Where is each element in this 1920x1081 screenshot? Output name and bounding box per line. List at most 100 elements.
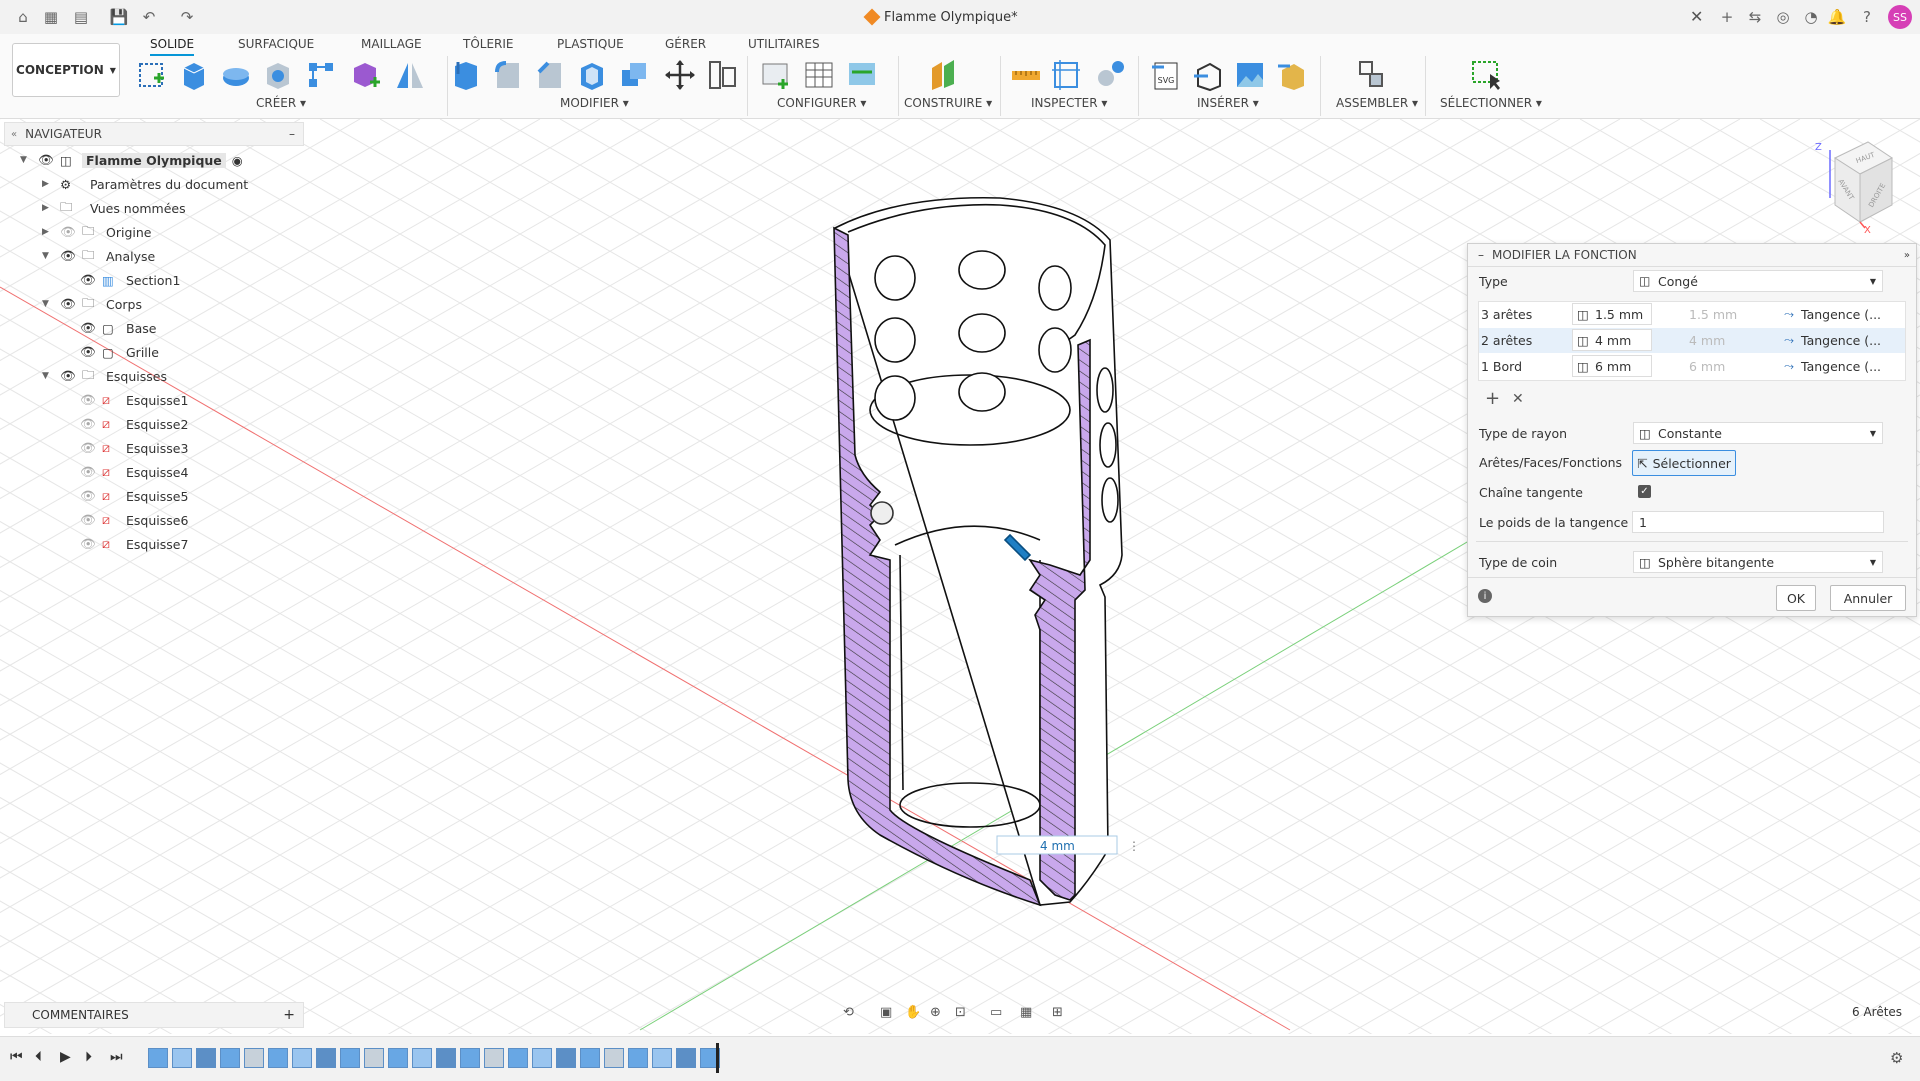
minimize-icon[interactable]: – (289, 127, 295, 141)
document-tab[interactable]: Flamme Olympique* (863, 0, 1018, 34)
tree-item-vues[interactable]: ▶ 🗀 Vues nommées (42, 196, 186, 220)
grid-settings-icon[interactable]: ▦ (1020, 1005, 1032, 1020)
continuity-value[interactable]: Tangence (... (1801, 359, 1881, 374)
timeline-feature-icon[interactable] (652, 1048, 672, 1068)
group-modifier[interactable]: MODIFIER ▾ (560, 96, 629, 110)
chevron-down-icon[interactable]: ▼ (20, 155, 38, 165)
eye-hidden-icon[interactable]: 👁 (80, 536, 102, 552)
continuity-value[interactable]: Tangence (... (1801, 333, 1881, 348)
type-dropdown[interactable]: ◫ Congé ▼ (1633, 270, 1883, 292)
timeline-feature-icon[interactable] (412, 1048, 432, 1068)
grid-icon[interactable]: ▦ (40, 6, 62, 28)
step-forward-icon[interactable]: ⏵ (85, 1049, 92, 1065)
configuration-table-icon[interactable] (803, 58, 835, 92)
chevron-right-icon[interactable]: ▶ (42, 179, 60, 189)
chevron-right-icon[interactable]: ▶ (42, 203, 60, 213)
tree-item-sketch[interactable]: 👁 ⧄ Esquisse2 (80, 412, 188, 436)
tab-utilitaires[interactable]: UTILITAIRES (748, 34, 820, 54)
view-cube[interactable]: HAUT AVANT DROITE Z X (1815, 141, 1893, 236)
eye-icon[interactable]: 👁 (80, 272, 102, 288)
timeline-feature-icon[interactable] (316, 1048, 336, 1068)
go-to-end-icon[interactable]: ⏭ (110, 1049, 123, 1065)
eye-icon[interactable]: 👁 (60, 368, 82, 384)
configure-rules-icon[interactable] (846, 58, 878, 92)
analysis-icon[interactable] (1094, 58, 1126, 92)
tree-item-base[interactable]: 👁 ▢ Base (80, 316, 156, 340)
orbit-icon[interactable]: ⟲ (843, 1005, 854, 1020)
pan-icon[interactable]: ✋ (905, 1004, 921, 1020)
tab-surfacique[interactable]: SURFACIQUE (238, 34, 314, 54)
timeline-feature-icon[interactable] (676, 1048, 696, 1068)
play-icon[interactable]: ▶ (60, 1049, 71, 1065)
viewports-icon[interactable]: ⊞ (1052, 1005, 1063, 1020)
offset-plane-icon[interactable] (928, 58, 960, 92)
fit-icon[interactable]: ⊡ (955, 1005, 966, 1020)
timeline-settings-icon[interactable]: ⚙ (1890, 1049, 1903, 1067)
tab-gerer[interactable]: GÉRER (665, 34, 706, 54)
undo-icon[interactable]: ↶ (138, 6, 160, 28)
timeline-feature-icon[interactable] (436, 1048, 456, 1068)
eye-icon[interactable]: 👁 (60, 296, 82, 312)
tree-item-sketch[interactable]: 👁 ⧄ Esquisse1 (80, 388, 188, 412)
insert-svg-icon[interactable]: SVG (1150, 58, 1182, 92)
go-to-start-icon[interactable]: ⏮ (10, 1049, 23, 1065)
eye-hidden-icon[interactable]: 👁 (80, 512, 102, 528)
tangency-icon[interactable]: ⤳ (1784, 358, 1794, 374)
collapse-icon[interactable]: – (1478, 248, 1484, 262)
combine-icon[interactable] (618, 58, 650, 92)
tab-maillage[interactable]: MAILLAGE (361, 34, 422, 54)
group-inspecter[interactable]: INSPECTER ▾ (1031, 96, 1107, 110)
tree-item-analyse[interactable]: ▼ 👁 🗀 Analyse (42, 244, 155, 268)
interference-icon[interactable] (1050, 58, 1082, 92)
shell-icon[interactable] (576, 58, 608, 92)
table-row[interactable]: 2 arêtes ◫ 4 mm 4 mm ⤳ Tangence (... (1479, 328, 1905, 353)
tree-item-sketch[interactable]: 👁 ⧄ Esquisse5 (80, 484, 188, 508)
insert-mcmaster-icon[interactable] (1276, 58, 1308, 92)
info-icon[interactable]: i (1478, 589, 1492, 603)
eye-icon[interactable]: 👁 (80, 344, 102, 360)
continuity-value[interactable]: Tangence (... (1801, 307, 1881, 322)
activate-radio-icon[interactable]: ◉ (232, 153, 243, 168)
move-icon[interactable] (664, 58, 696, 92)
look-at-icon[interactable]: ▣ (880, 1005, 892, 1020)
radius-type-dropdown[interactable]: ◫ Constante ▼ (1633, 422, 1883, 444)
select-edges-button[interactable]: ⇱ Sélectionner (1632, 450, 1736, 476)
tree-item-parametres[interactable]: ▶ ⚙ Paramètres du document (42, 172, 248, 196)
extensions-icon[interactable]: ◎ (1772, 6, 1794, 28)
configure-icon[interactable] (760, 58, 792, 92)
radius-input[interactable]: ◫ 4 mm (1572, 329, 1652, 351)
add-edge-set-icon[interactable]: + (1485, 388, 1500, 409)
corner-type-dropdown[interactable]: ◫ Sphère bitangente ▼ (1633, 551, 1883, 573)
tangent-weight-input[interactable]: 1 (1632, 511, 1884, 533)
timeline-feature-icon[interactable] (460, 1048, 480, 1068)
help-icon[interactable]: ? (1856, 6, 1878, 28)
group-construire[interactable]: CONSTRUIRE ▾ (904, 96, 992, 110)
group-assembler[interactable]: ASSEMBLER ▾ (1336, 96, 1418, 110)
tree-item-section1[interactable]: 👁 ▥ Section1 (80, 268, 180, 292)
table-row[interactable]: 3 arêtes ◫ 1.5 mm 1.5 mm ⤳ Tangence (... (1479, 302, 1905, 327)
timeline-feature-icon[interactable] (604, 1048, 624, 1068)
eye-icon[interactable]: 👁 (38, 152, 60, 168)
chevron-down-icon[interactable]: ▼ (42, 299, 60, 309)
data-panel-icon[interactable]: ⇆ (1744, 6, 1766, 28)
add-comment-icon[interactable]: + (283, 1007, 295, 1023)
tree-item-grille[interactable]: 👁 ▢ Grille (80, 340, 159, 364)
redo-icon[interactable]: ↷ (176, 6, 198, 28)
timeline-feature-icon[interactable] (556, 1048, 576, 1068)
timeline-feature-icon[interactable] (148, 1048, 168, 1068)
timeline-feature-icon[interactable] (508, 1048, 528, 1068)
save-icon[interactable]: 💾 (108, 6, 130, 28)
expand-icon[interactable]: » (1904, 250, 1910, 261)
group-inserer[interactable]: INSÉRER ▾ (1197, 96, 1259, 110)
table-row[interactable]: 1 Bord ◫ 6 mm 6 mm ⤳ Tangence (... (1479, 354, 1905, 379)
timeline-feature-icon[interactable] (292, 1048, 312, 1068)
tree-item-root[interactable]: ▼ 👁 ◫ Flamme Olympique ◉ (20, 148, 243, 172)
tab-solide[interactable]: SOLIDE (150, 34, 195, 56)
group-selectionner[interactable]: SÉLECTIONNER ▾ (1440, 96, 1542, 110)
canvas-radius-input[interactable]: 4 mm (1040, 839, 1075, 853)
eye-icon[interactable]: 👁 (80, 320, 102, 336)
tangency-icon[interactable]: ⤳ (1784, 306, 1794, 322)
timeline-feature-icon[interactable] (244, 1048, 264, 1068)
tree-item-origine[interactable]: ▶ 👁 🗀 Origine (42, 220, 151, 244)
tab-plastique[interactable]: PLASTIQUE (557, 34, 624, 54)
